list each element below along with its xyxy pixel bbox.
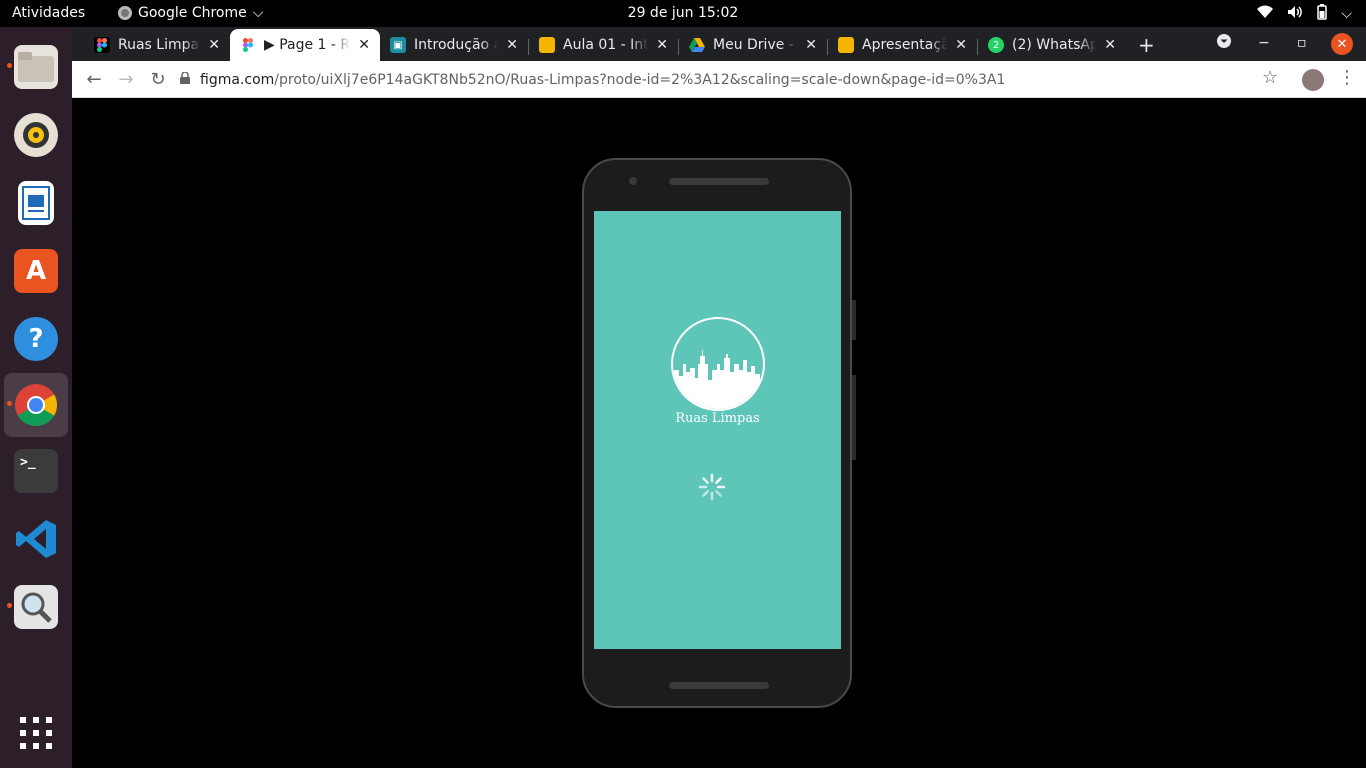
folder-icon — [14, 45, 58, 89]
figma-icon — [94, 37, 110, 53]
dock-screenshot[interactable] — [4, 575, 68, 639]
speaker-grille — [669, 682, 769, 689]
slides-icon — [838, 37, 854, 53]
shopping-bag-icon: A — [14, 249, 58, 293]
close-icon[interactable]: ✕ — [805, 37, 817, 53]
back-arrow-icon[interactable]: ← — [82, 67, 106, 91]
close-icon[interactable]: ✕ — [1104, 37, 1116, 53]
tab[interactable]: 2 (2) WhatsApp ✕ — [978, 29, 1126, 61]
tab-title: Meu Drive - G — [713, 37, 797, 53]
dock-software[interactable]: A — [4, 239, 68, 303]
help-icon: ? — [14, 317, 58, 361]
camera-icon — [629, 177, 637, 185]
tab-active[interactable]: ▶ Page 1 - Ruas Limpas ✕ — [230, 29, 380, 61]
dock-help[interactable]: ? — [4, 307, 68, 371]
dock-rhythmbox[interactable] — [4, 103, 68, 167]
tab[interactable]: Ruas Limpas ✕ — [84, 29, 230, 61]
running-indicator — [7, 603, 12, 608]
dock-terminal[interactable]: >_ — [4, 439, 68, 503]
app-title: Ruas Limpas — [675, 411, 760, 426]
figma-icon — [240, 37, 256, 53]
restore-icon[interactable]: ▫ — [1297, 35, 1307, 51]
speaker-icon — [14, 113, 58, 157]
dock-chrome[interactable] — [4, 373, 68, 437]
close-icon[interactable]: ✕ — [955, 37, 967, 53]
address-bar[interactable]: figma.com/proto/uiXlj7e6P14aGKT8Nb52nO/R… — [180, 65, 1290, 94]
system-tray[interactable]: ⌵ — [1257, 4, 1352, 24]
app-menu-label: Google Chrome — [138, 5, 247, 21]
terminal-icon: >_ — [14, 449, 58, 493]
window-close-icon[interactable]: ✕ — [1331, 33, 1353, 55]
chrome-small-icon — [118, 6, 132, 20]
wifi-icon — [1257, 5, 1274, 23]
tab[interactable]: Aula 01 - Intr ✕ — [529, 29, 678, 61]
lock-icon — [180, 71, 190, 87]
running-indicator — [7, 63, 12, 68]
document-icon — [18, 181, 54, 225]
close-icon[interactable]: ✕ — [506, 37, 518, 53]
close-icon[interactable]: ✕ — [656, 37, 668, 53]
prototype-viewport: Ruas Limpas — [72, 98, 1366, 768]
profile-avatar[interactable] — [1302, 69, 1324, 91]
browser-toolbar: ← → ↻ figma.com/proto/uiXlj7e6P14aGKT8Nb… — [72, 61, 1366, 98]
tab[interactable]: ▣ Introdução a ✕ — [380, 29, 528, 61]
power-button — [852, 300, 856, 340]
volume-icon — [1287, 5, 1303, 23]
bookmark-star-icon[interactable]: ☆ — [1262, 67, 1278, 88]
tab[interactable]: Meu Drive - G ✕ — [679, 29, 827, 61]
classroom-icon: ▣ — [390, 37, 406, 53]
dock-writer[interactable] — [4, 171, 68, 235]
chevron-down-icon: ⌵ — [252, 5, 264, 21]
tab-title: Ruas Limpas — [118, 37, 201, 53]
tab-search-icon[interactable] — [1216, 33, 1232, 53]
tab-title: Introdução a — [414, 37, 499, 53]
chrome-icon — [14, 383, 58, 427]
volume-button — [852, 375, 856, 460]
speaker-grille — [669, 178, 769, 185]
new-tab-plus-icon[interactable]: + — [1138, 33, 1155, 57]
loading-spinner-icon — [698, 473, 726, 501]
forward-arrow-icon[interactable]: → — [114, 67, 138, 91]
phone-frame: Ruas Limpas — [582, 158, 856, 708]
drive-icon — [689, 37, 705, 53]
dock-vscode[interactable] — [4, 507, 68, 571]
tab-title: Apresentação — [862, 37, 948, 53]
app-menu[interactable]: Google Chrome ⌵ — [118, 5, 263, 21]
tab-title: ▶ Page 1 - Ruas Limpas — [264, 37, 350, 53]
tab-strip: Ruas Limpas ✕ ▶ Page 1 - Ruas Limpas ✕ ▣… — [72, 27, 1366, 61]
chevron-down-icon: ⌵ — [1341, 6, 1352, 22]
dock: A ? >_ — [0, 27, 72, 768]
tab-title: Aula 01 - Intr — [563, 37, 649, 53]
grid-icon — [14, 711, 58, 755]
minimize-icon[interactable]: − — [1258, 35, 1270, 51]
url-host: figma.com — [200, 71, 275, 88]
whatsapp-icon: 2 — [988, 37, 1004, 53]
vscode-icon — [14, 517, 58, 561]
tab[interactable]: Apresentação ✕ — [828, 29, 977, 61]
close-icon[interactable]: ✕ — [358, 37, 370, 53]
slides-icon — [539, 37, 555, 53]
city-skyline-logo-icon — [671, 317, 765, 411]
menu-kebab-icon[interactable]: ⋮ — [1338, 67, 1356, 88]
battery-icon — [1317, 4, 1328, 24]
tab-title: (2) WhatsApp — [1012, 37, 1097, 53]
running-indicator — [7, 401, 12, 406]
url-path: /proto/uiXlj7e6P14aGKT8Nb52nO/Ruas-Limpa… — [274, 71, 1006, 88]
dock-files[interactable] — [4, 35, 68, 99]
close-icon[interactable]: ✕ — [208, 37, 220, 53]
top-bar: Atividades Google Chrome ⌵ 29 de jun 15:… — [0, 0, 1366, 27]
activities-button[interactable]: Atividades — [12, 5, 85, 21]
splash-screen[interactable]: Ruas Limpas — [594, 211, 841, 649]
reload-icon[interactable]: ↻ — [146, 67, 170, 91]
show-apps-button[interactable] — [4, 701, 68, 765]
magnifier-icon — [14, 585, 58, 629]
